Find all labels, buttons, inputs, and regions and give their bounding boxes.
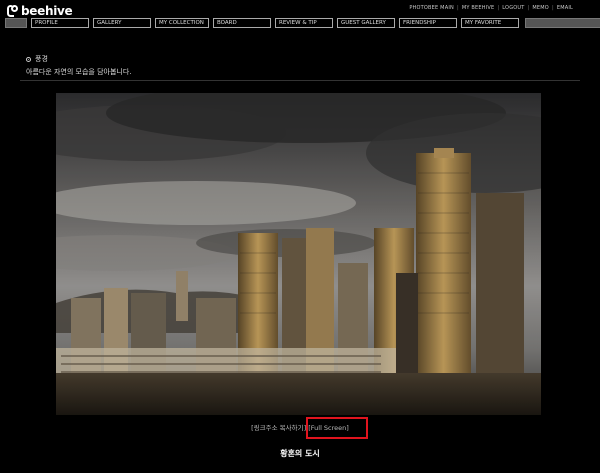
copy-link-button[interactable]: [링크주소 복사하기] bbox=[251, 422, 306, 432]
top-link-my-beehive[interactable]: MY BEEHIVE bbox=[462, 5, 495, 11]
separator: | bbox=[497, 5, 500, 11]
top-links: PHOTOBEE MAIN | MY BEEHIVE | LOGOUT | ME… bbox=[409, 5, 573, 11]
nav-guest-gallery[interactable]: GUEST GALLERY bbox=[337, 18, 395, 28]
nav-friendship[interactable]: FRIENDSHIP bbox=[399, 18, 457, 28]
separator: | bbox=[551, 5, 554, 11]
gallery-photo[interactable] bbox=[56, 93, 541, 415]
beehive-logo[interactable]: beehive bbox=[7, 4, 73, 18]
top-link-logout[interactable]: LOGOUT bbox=[502, 5, 524, 11]
category-description: 아름다운 자연의 모습을 담아봅니다. bbox=[26, 68, 132, 76]
separator: | bbox=[527, 5, 530, 11]
nav-gallery[interactable]: GALLERY bbox=[93, 18, 151, 28]
photo-caption: 황혼의 도시 bbox=[280, 449, 320, 458]
photo-links: [링크주소 복사하기] [Full Screen] bbox=[0, 422, 600, 432]
category-title: 풍경 bbox=[35, 55, 48, 63]
bullet-icon bbox=[26, 56, 31, 62]
nav-profile[interactable]: PROFILE bbox=[31, 18, 89, 28]
nav-my-favorite[interactable]: MY FAVORITE bbox=[461, 18, 519, 28]
photo-cityscape bbox=[56, 93, 541, 415]
top-link-memo[interactable]: MEMO bbox=[532, 5, 549, 11]
category-heading: 풍경 bbox=[26, 54, 48, 64]
nav-left-cap bbox=[5, 18, 27, 28]
nav-board[interactable]: BOARD bbox=[213, 18, 271, 28]
main-nav: PROFILE GALLERY MY COLLECTION BOARD REVI… bbox=[5, 18, 600, 28]
divider bbox=[20, 80, 580, 81]
beehive-logo-icon bbox=[7, 5, 19, 17]
separator: | bbox=[456, 5, 459, 11]
nav-right-cap bbox=[525, 18, 600, 28]
top-link-email[interactable]: EMAIL bbox=[557, 5, 573, 11]
full-screen-highlight bbox=[306, 417, 368, 439]
top-link-photobee-main[interactable]: PHOTOBEE MAIN bbox=[409, 5, 454, 11]
nav-my-collection[interactable]: MY COLLECTION bbox=[155, 18, 209, 28]
logo-text: beehive bbox=[21, 4, 73, 18]
nav-review-tip[interactable]: REVIEW & TIP bbox=[275, 18, 333, 28]
